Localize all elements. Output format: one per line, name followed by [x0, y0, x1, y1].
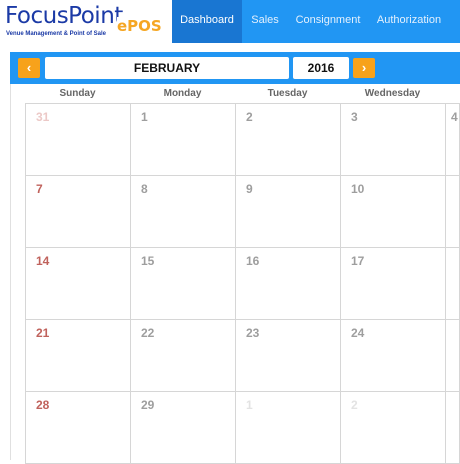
- day-number: 9: [246, 182, 253, 196]
- calendar-day-cell[interactable]: [445, 247, 460, 320]
- day-number: 4: [451, 110, 458, 124]
- weekday-wednesday: Wednesday: [364, 88, 421, 99]
- calendar-day-cell[interactable]: 9: [235, 175, 341, 248]
- day-number: 31: [36, 110, 50, 124]
- calendar-day-cell[interactable]: 24: [340, 319, 446, 392]
- brand-suffix: ePOS: [117, 17, 162, 35]
- brand-name: FocusPoint: [5, 3, 123, 29]
- calendar-day-cell[interactable]: 31: [25, 103, 131, 176]
- calendar-day-cell[interactable]: 29: [130, 391, 236, 464]
- day-number: 2: [351, 398, 358, 412]
- weekday-tuesday: Tuesday: [267, 88, 308, 99]
- calendar-day-cell[interactable]: 3: [340, 103, 446, 176]
- calendar-day-cell[interactable]: [445, 391, 460, 464]
- day-number: 24: [351, 326, 365, 340]
- chevron-left-icon: ‹: [26, 60, 32, 75]
- nav-dashboard[interactable]: Dashboard: [172, 0, 242, 43]
- calendar-day-cell[interactable]: 10: [340, 175, 446, 248]
- calendar-day-cell[interactable]: [445, 319, 460, 392]
- calendar-day-cell[interactable]: 4: [445, 103, 460, 176]
- calendar-day-cell[interactable]: 17: [340, 247, 446, 320]
- day-number: 1: [141, 110, 148, 124]
- calendar-day-cell[interactable]: 7: [25, 175, 131, 248]
- day-number: 8: [141, 182, 148, 196]
- day-number: 2: [246, 110, 253, 124]
- chevron-right-icon: ›: [361, 60, 367, 75]
- nav-sales[interactable]: Sales: [242, 0, 288, 43]
- day-number: 21: [36, 326, 50, 340]
- calendar-day-cell[interactable]: 22: [130, 319, 236, 392]
- calendar-day-cell[interactable]: 21: [25, 319, 131, 392]
- calendar-day-cell[interactable]: 2: [235, 103, 341, 176]
- brand-tagline: Venue Management & Point of Sale: [6, 31, 107, 37]
- day-number: 23: [246, 326, 260, 340]
- day-number: 29: [141, 398, 155, 412]
- nav-authorization[interactable]: Authorization: [368, 0, 450, 43]
- nav-consignment[interactable]: Consignment: [288, 0, 368, 43]
- day-number: 17: [351, 254, 365, 268]
- calendar-day-cell[interactable]: 16: [235, 247, 341, 320]
- month-label: FEBRUARY: [45, 57, 289, 79]
- calendar-day-cell[interactable]: 2: [340, 391, 446, 464]
- day-number: 7: [36, 182, 43, 196]
- calendar-day-cell[interactable]: 23: [235, 319, 341, 392]
- day-number: 15: [141, 254, 155, 268]
- calendar-day-cell[interactable]: 28: [25, 391, 131, 464]
- day-number: 1: [246, 398, 253, 412]
- calendar-day-cell[interactable]: 14: [25, 247, 131, 320]
- year-label: 2016: [293, 57, 349, 79]
- calendar-day-cell[interactable]: 15: [130, 247, 236, 320]
- next-month-button[interactable]: ›: [353, 58, 375, 78]
- top-navbar: FocusPoint ePOS Venue Management & Point…: [0, 0, 460, 43]
- calendar-day-cell[interactable]: 8: [130, 175, 236, 248]
- day-number: 10: [351, 182, 365, 196]
- day-number: 22: [141, 326, 155, 340]
- calendar-day-cell[interactable]: [445, 175, 460, 248]
- calendar-day-cell[interactable]: 1: [235, 391, 341, 464]
- brand-logo[interactable]: FocusPoint ePOS Venue Management & Point…: [0, 0, 172, 43]
- prev-month-button[interactable]: ‹: [18, 58, 40, 78]
- day-number: 3: [351, 110, 358, 124]
- day-number: 14: [36, 254, 50, 268]
- weekday-monday: Monday: [163, 88, 202, 99]
- weekday-sunday: Sunday: [59, 88, 96, 99]
- day-number: 16: [246, 254, 260, 268]
- day-number: 28: [36, 398, 50, 412]
- calendar-day-cell[interactable]: 1: [130, 103, 236, 176]
- calendar-header: ‹ FEBRUARY 2016 ›: [10, 52, 460, 84]
